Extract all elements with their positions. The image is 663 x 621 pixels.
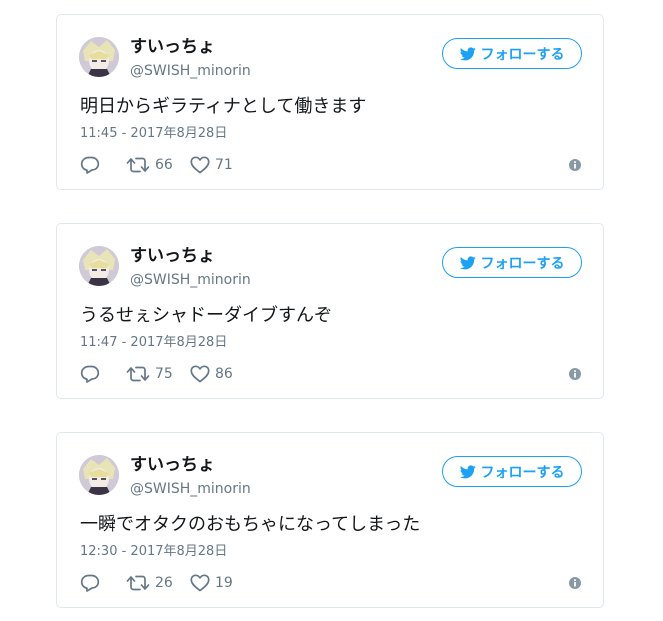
heart-icon: [190, 156, 210, 174]
info-button[interactable]: [568, 363, 582, 385]
user-handle[interactable]: @SWISH_minorin: [130, 271, 251, 289]
avatar[interactable]: [79, 455, 119, 495]
like-button[interactable]: 71: [190, 154, 233, 176]
heart-icon: [190, 365, 210, 383]
info-icon: [568, 158, 582, 172]
info-button[interactable]: [568, 154, 582, 176]
follow-button[interactable]: フォローする: [442, 38, 582, 69]
follow-label: フォローする: [480, 255, 565, 272]
display-name[interactable]: すいっちょ: [130, 37, 215, 57]
avatar[interactable]: [79, 246, 119, 286]
follow-label: フォローする: [480, 46, 565, 63]
twitter-bird-icon: [459, 255, 476, 270]
retweet-button[interactable]: 66: [126, 154, 173, 176]
timestamp[interactable]: 11:45 - 2017年8月28日: [80, 126, 227, 142]
timestamp[interactable]: 12:30 - 2017年8月28日: [80, 544, 227, 560]
reply-button[interactable]: [80, 154, 100, 176]
tweet-actions: 66 71: [80, 154, 585, 176]
tweet-actions: 75 86: [80, 363, 585, 385]
tweet-text: 明日からギラティナとして働きます: [80, 96, 367, 117]
tweet-actions: 26 19: [80, 572, 585, 594]
like-count: 86: [215, 366, 233, 382]
info-button[interactable]: [568, 572, 582, 594]
reply-icon: [80, 365, 100, 383]
timestamp[interactable]: 11:47 - 2017年8月28日: [80, 335, 227, 351]
reply-icon: [80, 156, 100, 174]
reply-button[interactable]: [80, 572, 100, 594]
user-handle[interactable]: @SWISH_minorin: [130, 62, 251, 80]
retweet-count: 26: [155, 575, 173, 591]
info-icon: [568, 367, 582, 381]
display-name[interactable]: すいっちょ: [130, 246, 215, 266]
follow-button[interactable]: フォローする: [442, 247, 582, 278]
avatar[interactable]: [79, 37, 119, 77]
user-handle[interactable]: @SWISH_minorin: [130, 480, 251, 498]
tweet-card: すいっちょ @SWISH_minorin フォローする 一瞬でオタクのおもちゃに…: [56, 432, 604, 608]
like-button[interactable]: 19: [190, 572, 233, 594]
tweet-text: うるせぇシャドーダイブすんぞ: [80, 305, 332, 326]
heart-icon: [190, 574, 210, 592]
tweet-card: すいっちょ @SWISH_minorin フォローする うるせぇシャドーダイブす…: [56, 223, 604, 399]
tweet-text: 一瞬でオタクのおもちゃになってしまった: [80, 514, 421, 535]
like-count: 71: [215, 157, 233, 173]
follow-button[interactable]: フォローする: [442, 456, 582, 487]
like-count: 19: [215, 575, 233, 591]
retweet-button[interactable]: 75: [126, 363, 173, 385]
reply-icon: [80, 574, 100, 592]
reply-button[interactable]: [80, 363, 100, 385]
twitter-bird-icon: [459, 46, 476, 61]
twitter-bird-icon: [459, 464, 476, 479]
tweet-card: すいっちょ @SWISH_minorin フォローする 明日からギラティナとして…: [56, 14, 604, 190]
retweet-icon: [126, 365, 150, 383]
info-icon: [568, 576, 582, 590]
retweet-count: 66: [155, 157, 173, 173]
retweet-button[interactable]: 26: [126, 572, 173, 594]
retweet-icon: [126, 574, 150, 592]
retweet-count: 75: [155, 366, 173, 382]
display-name[interactable]: すいっちょ: [130, 455, 215, 475]
retweet-icon: [126, 156, 150, 174]
follow-label: フォローする: [480, 464, 565, 481]
like-button[interactable]: 86: [190, 363, 233, 385]
